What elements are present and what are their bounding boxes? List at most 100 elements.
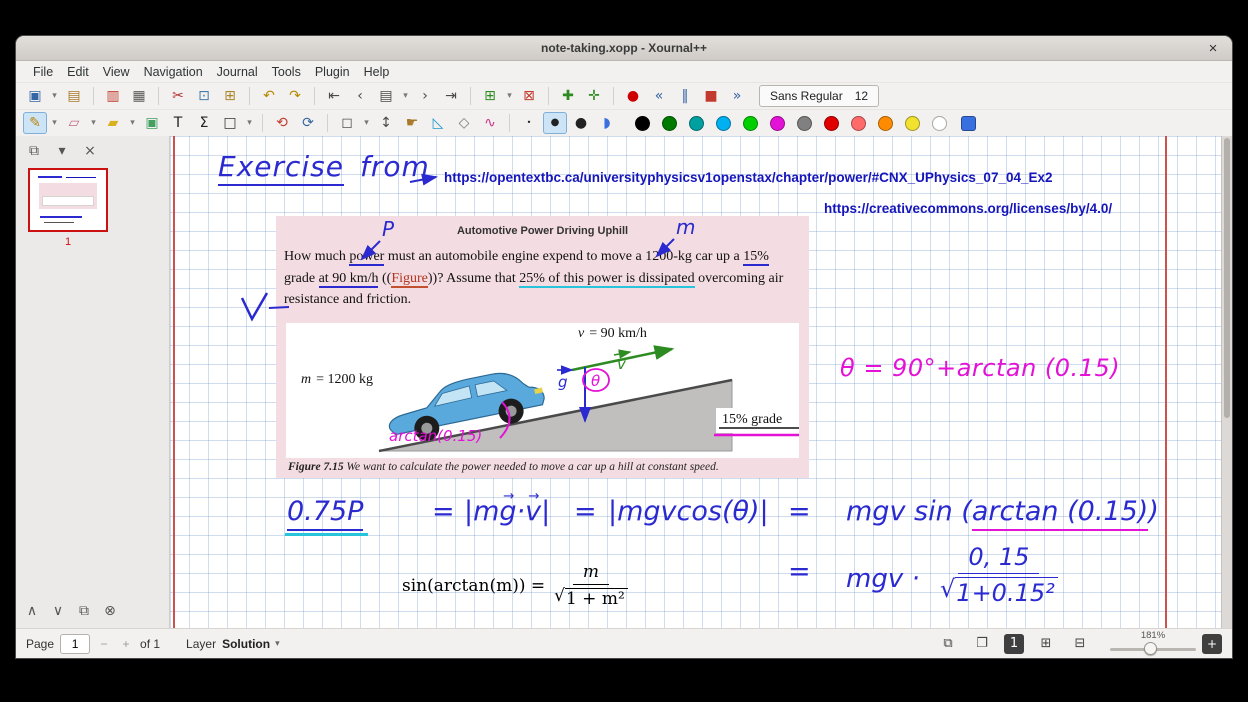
preview-close-button[interactable]: × <box>78 140 102 162</box>
last-page-button[interactable]: ⇥ <box>439 85 463 107</box>
delete-page-button[interactable]: ⊠ <box>517 85 541 107</box>
undo-button[interactable]: ↶ <box>257 85 281 107</box>
menu-tools[interactable]: Tools <box>265 63 308 81</box>
color-swatch-white[interactable] <box>932 116 947 131</box>
page-thumbnail[interactable] <box>28 168 108 232</box>
color-swatch-orange[interactable] <box>878 116 893 131</box>
single-page-view-button[interactable]: ❐ <box>970 633 994 655</box>
color-swatch-salmon[interactable] <box>851 116 866 131</box>
color-swatch-gray[interactable] <box>797 116 812 131</box>
thickness-medium-button[interactable]: ● <box>543 112 567 134</box>
vertical-scrollbar[interactable] <box>1221 136 1232 628</box>
highlighter-options-chevron[interactable]: ▾ <box>127 112 138 134</box>
menu-view[interactable]: View <box>96 63 137 81</box>
page-increment-button[interactable]: + <box>118 635 134 653</box>
canvas-area[interactable]: Exercisefrom https://opentextbc.ca/unive… <box>170 136 1232 628</box>
math-tex-button[interactable]: Σ <box>192 112 216 134</box>
spline-button[interactable]: ∿ <box>478 112 502 134</box>
goto-page-button[interactable]: ▤ <box>374 85 398 107</box>
paste-button[interactable]: ⊞ <box>218 85 242 107</box>
ruler-button[interactable]: ◺ <box>426 112 450 134</box>
previous-page-button[interactable]: ‹ <box>348 85 372 107</box>
document-page[interactable]: Exercisefrom https://opentextbc.ca/unive… <box>170 136 1221 628</box>
thickness-fine-button[interactable]: • <box>517 112 541 134</box>
record-audio-button[interactable]: ● <box>621 85 645 107</box>
rewind-button[interactable]: « <box>647 85 671 107</box>
presentation-button[interactable]: ✛ <box>582 85 606 107</box>
stop-button[interactable]: ■ <box>699 85 723 107</box>
close-overview-button[interactable]: ⊗ <box>98 600 122 622</box>
forward-button[interactable]: » <box>725 85 749 107</box>
save-button[interactable]: ▣ <box>23 85 47 107</box>
brush-shape-indicator[interactable]: ◗ <box>595 112 619 134</box>
text-tool-button[interactable]: T <box>166 112 190 134</box>
fullscreen-button[interactable]: ✚ <box>556 85 580 107</box>
window-close-button[interactable]: × <box>1204 39 1222 57</box>
menu-journal[interactable]: Journal <box>210 63 265 81</box>
pause-button[interactable]: ‖ <box>673 85 697 107</box>
color-swatch-light-blue[interactable] <box>716 116 731 131</box>
scroll-up-button[interactable]: ∧ <box>20 600 44 622</box>
preview-pane-icon[interactable]: ⧉ <box>22 140 46 162</box>
color-picker-button[interactable] <box>961 116 976 131</box>
color-swatch-light-green[interactable] <box>743 116 758 131</box>
dual-page-view-button[interactable]: ⧉ <box>936 633 960 655</box>
shapes-options-chevron[interactable]: ▾ <box>244 112 255 134</box>
color-swatch-green[interactable] <box>662 116 677 131</box>
highlighter-tool-button[interactable]: ▰ <box>101 112 125 134</box>
license-url-link[interactable]: https://creativecommons.org/licenses/by/… <box>824 201 1112 216</box>
page-number-input[interactable] <box>60 634 90 654</box>
open-button[interactable]: ▤ <box>62 85 86 107</box>
reset-view-button[interactable]: ⟲ <box>270 112 294 134</box>
eraser-options-chevron[interactable]: ▾ <box>88 112 99 134</box>
goto-page-chevron[interactable]: ▾ <box>400 85 411 107</box>
menu-help[interactable]: Help <box>357 63 397 81</box>
redo-button[interactable]: ↷ <box>283 85 307 107</box>
new-page-chevron[interactable]: ▾ <box>504 85 515 107</box>
pages-overview-button[interactable]: ⧉ <box>72 600 96 622</box>
menu-plugin[interactable]: Plugin <box>308 63 357 81</box>
shape-recognizer-button[interactable]: ◇ <box>452 112 476 134</box>
zoom-in-button[interactable]: ⊞ <box>1034 633 1058 655</box>
next-page-button[interactable]: › <box>413 85 437 107</box>
color-swatch-yellow[interactable] <box>905 116 920 131</box>
save-options-chevron[interactable]: ▾ <box>49 85 60 107</box>
menu-file[interactable]: File <box>26 63 60 81</box>
hand-tool-button[interactable]: ☛ <box>400 112 424 134</box>
export-pdf-button[interactable]: ▥ <box>101 85 125 107</box>
pen-options-chevron[interactable]: ▾ <box>49 112 60 134</box>
color-swatch-magenta[interactable] <box>770 116 785 131</box>
color-swatch-teal[interactable] <box>689 116 704 131</box>
font-selector-button[interactable]: Sans Regular 12 <box>759 85 879 107</box>
preview-dropdown-chevron[interactable]: ▾ <box>50 140 74 162</box>
menu-navigation[interactable]: Navigation <box>137 63 210 81</box>
copy-button[interactable]: ⊡ <box>192 85 216 107</box>
cut-button[interactable]: ✂ <box>166 85 190 107</box>
new-page-button[interactable]: ⊞ <box>478 85 502 107</box>
first-page-button[interactable]: ⇤ <box>322 85 346 107</box>
zoom-reset-button[interactable]: + <box>1202 634 1222 654</box>
print-button[interactable]: ▦ <box>127 85 151 107</box>
shapes-tool-button[interactable]: □ <box>218 112 242 134</box>
vertical-space-button[interactable]: ↕ <box>374 112 398 134</box>
page-decrement-button[interactable]: − <box>96 635 112 653</box>
menu-edit[interactable]: Edit <box>60 63 96 81</box>
scrollbar-handle[interactable] <box>1224 138 1230 418</box>
zoom-out-button[interactable]: ⊟ <box>1068 633 1092 655</box>
color-swatch-red[interactable] <box>824 116 839 131</box>
layer-selector[interactable]: Solution ▾ <box>222 637 280 651</box>
zoom-slider-handle[interactable] <box>1144 642 1157 655</box>
select-options-chevron[interactable]: ▾ <box>361 112 372 134</box>
color-swatch-black[interactable] <box>635 116 650 131</box>
scroll-down-button[interactable]: ∨ <box>46 600 70 622</box>
select-region-button[interactable]: ◻ <box>335 112 359 134</box>
pen-tool-button[interactable]: ✎ <box>23 112 47 134</box>
source-url-link[interactable]: https://opentextbc.ca/universityphysicsv… <box>444 170 1053 185</box>
eraser-tool-button[interactable]: ▱ <box>62 112 86 134</box>
image-tool-button[interactable]: ▣ <box>140 112 164 134</box>
figure-reference-link[interactable]: Figure <box>391 271 428 288</box>
rotate-view-button[interactable]: ⟳ <box>296 112 320 134</box>
thickness-thick-button[interactable]: ● <box>569 112 593 134</box>
titlebar[interactable]: note-taking.xopp - Xournal++ × <box>16 36 1232 61</box>
page-fit-button[interactable]: 1 <box>1004 634 1024 654</box>
